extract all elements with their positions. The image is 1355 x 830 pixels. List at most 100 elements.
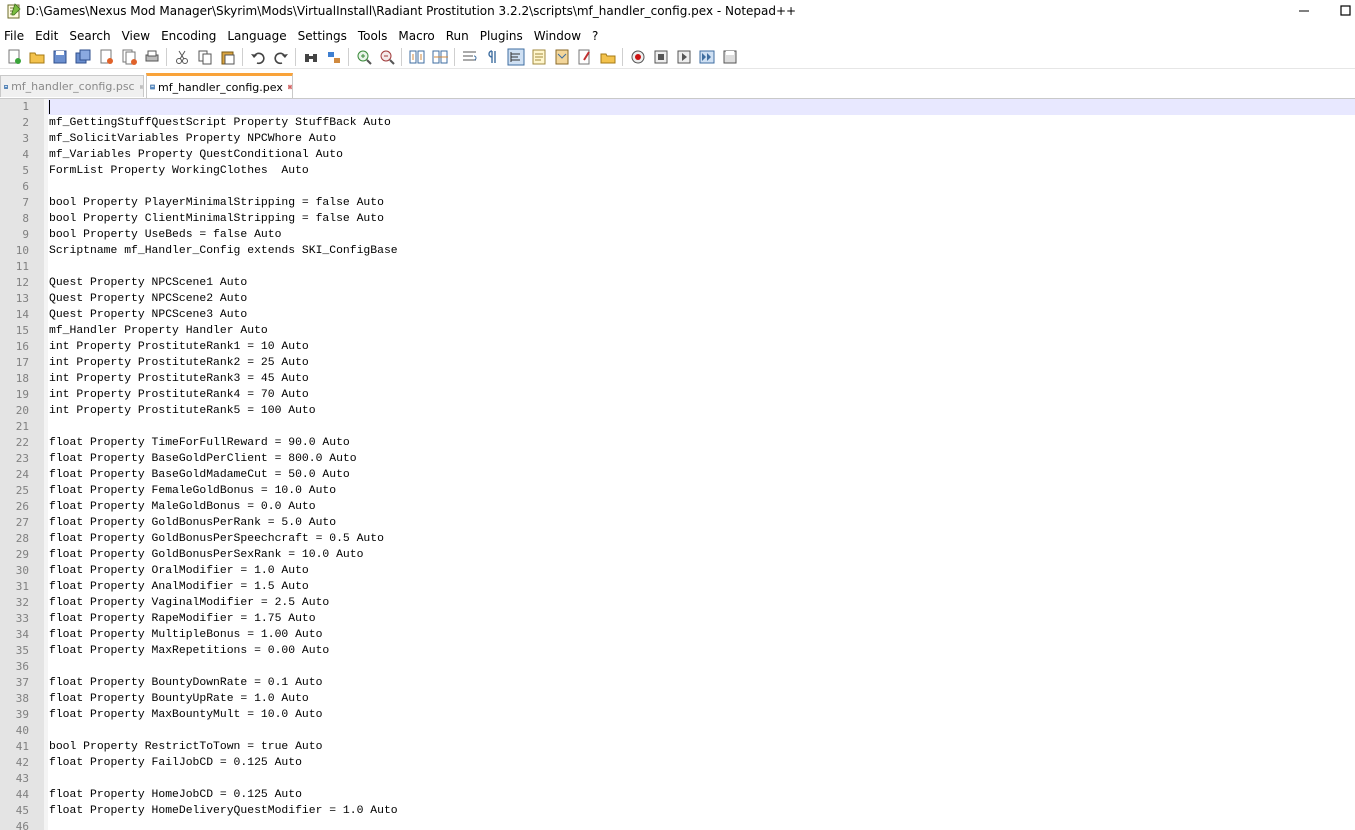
code-line[interactable]: 33 float Property RapeModifier = 1.75 Aut… <box>0 611 1355 627</box>
close-tab-icon[interactable] <box>287 82 292 92</box>
code-line[interactable]: 22 float Property TimeForFullReward = 90.… <box>0 435 1355 451</box>
code-line[interactable]: 16 int Property ProstituteRank1 = 10 Auto <box>0 339 1355 355</box>
undo-button[interactable] <box>246 47 269 67</box>
menu-view[interactable]: View <box>118 26 157 46</box>
copy-button[interactable] <box>193 47 216 67</box>
show-all-chars-button[interactable] <box>481 47 504 67</box>
cut-button[interactable] <box>170 47 193 67</box>
code-line[interactable]: 41 bool Property RestrictToTown = true Au… <box>0 739 1355 755</box>
code-line[interactable]: 8 bool Property ClientMinimalStripping = … <box>0 211 1355 227</box>
code-line[interactable]: 38 float Property BountyUpRate = 1.0 Auto <box>0 691 1355 707</box>
minimize-icon[interactable] <box>1292 2 1316 20</box>
code-line[interactable]: 19 int Property ProstituteRank4 = 70 Auto <box>0 387 1355 403</box>
menu-macro[interactable]: Macro <box>394 26 441 46</box>
code-line[interactable]: 31 float Property AnalModifier = 1.5 Auto <box>0 579 1355 595</box>
monitoring-button[interactable] <box>596 47 619 67</box>
code-line[interactable]: 37 float Property BountyDownRate = 0.1 Au… <box>0 675 1355 691</box>
code-line[interactable]: 29 float Property GoldBonusPerSexRank = 1… <box>0 547 1355 563</box>
code-line[interactable]: 34 float Property MultipleBonus = 1.00 Au… <box>0 627 1355 643</box>
code-line[interactable]: 26 float Property MaleGoldBonus = 0.0 Aut… <box>0 499 1355 515</box>
code-line[interactable]: 21 <box>0 419 1355 435</box>
code-line[interactable]: 40 <box>0 723 1355 739</box>
tab-mf-handler-config-psc[interactable]: mf_handler_config.psc <box>0 75 144 97</box>
menu-plugins[interactable]: Plugins <box>476 26 530 46</box>
save-macro-button[interactable] <box>718 47 741 67</box>
code-line[interactable]: 42 float Property FailJobCD = 0.125 Auto <box>0 755 1355 771</box>
zoom-out-button[interactable] <box>375 47 398 67</box>
code-line[interactable]: 4 mf_Variables Property QuestConditional … <box>0 147 1355 163</box>
record-macro-button[interactable] <box>626 47 649 67</box>
menu-help[interactable]: ? <box>588 26 605 46</box>
menu-language[interactable]: Language <box>223 26 293 46</box>
line-number: 1 <box>22 100 29 113</box>
code-line[interactable]: 27 float Property GoldBonusPerRank = 5.0 … <box>0 515 1355 531</box>
code-line[interactable]: 39 float Property MaxBountyMult = 10.0 Au… <box>0 707 1355 723</box>
code-line[interactable]: 13 Quest Property NPCScene2 Auto <box>0 291 1355 307</box>
code-line[interactable]: 2 mf_GettingStuffQuestScript Property Stu… <box>0 115 1355 131</box>
close-tab-icon[interactable] <box>139 82 143 92</box>
menu-search[interactable]: Search <box>65 26 117 46</box>
code-line[interactable]: 5 FormList Property WorkingClothes Auto <box>0 163 1355 179</box>
menu-tools[interactable]: Tools <box>354 26 395 46</box>
word-wrap-button[interactable] <box>458 47 481 67</box>
sync-vertical-button[interactable] <box>405 47 428 67</box>
code-line[interactable]: 20 int Property ProstituteRank5 = 100 Aut… <box>0 403 1355 419</box>
close-button[interactable] <box>94 47 117 67</box>
code-line[interactable]: 6 <box>0 179 1355 195</box>
line-number: 12 <box>15 276 29 289</box>
code-line[interactable]: 18 int Property ProstituteRank3 = 45 Auto <box>0 371 1355 387</box>
doc-map-button[interactable] <box>550 47 573 67</box>
code-line[interactable]: 1 <box>0 99 1355 115</box>
text-editor[interactable]: 1 2 mf_GettingStuffQuestScript Property St… <box>0 99 1355 830</box>
save-all-button[interactable] <box>71 47 94 67</box>
code-line[interactable]: 10 Scriptname mf_Handler_Config extends S… <box>0 243 1355 259</box>
code-line[interactable]: 24 float Property BaseGoldMadameCut = 50.… <box>0 467 1355 483</box>
tab-label: mf_handler_config.pex <box>158 80 283 94</box>
menu-settings[interactable]: Settings <box>294 26 354 46</box>
find-button[interactable] <box>299 47 322 67</box>
folder-workspace-button[interactable] <box>573 47 596 67</box>
indent-guide-button[interactable] <box>504 47 527 67</box>
paste-button[interactable] <box>216 47 239 67</box>
code-line[interactable]: 17 int Property ProstituteRank2 = 25 Auto <box>0 355 1355 371</box>
code-line[interactable]: 7 bool Property PlayerMinimalStripping = … <box>0 195 1355 211</box>
code-line[interactable]: 35 float Property MaxRepetitions = 0.00 A… <box>0 643 1355 659</box>
redo-button[interactable] <box>269 47 292 67</box>
stop-macro-button[interactable] <box>649 47 672 67</box>
tab-mf-handler-config-pex[interactable]: mf_handler_config.pex <box>146 73 293 98</box>
menu-encoding[interactable]: Encoding <box>157 26 223 46</box>
code-line[interactable]: 36 <box>0 659 1355 675</box>
code-line[interactable]: 45 float Property HomeDeliveryQuestModifi… <box>0 803 1355 819</box>
code-line[interactable]: 30 float Property OralModifier = 1.0 Auto <box>0 563 1355 579</box>
line-text: float Property MaxRepetitions = 0.00 Aut… <box>49 645 330 657</box>
menu-file[interactable]: File <box>0 26 31 46</box>
replace-button[interactable] <box>322 47 345 67</box>
menu-window[interactable]: Window <box>530 26 588 46</box>
function-list-button[interactable] <box>527 47 550 67</box>
save-button[interactable] <box>48 47 71 67</box>
open-file-button[interactable] <box>25 47 48 67</box>
new-file-button[interactable] <box>2 47 25 67</box>
code-line[interactable]: 46 <box>0 819 1355 830</box>
code-line[interactable]: 14 Quest Property NPCScene3 Auto <box>0 307 1355 323</box>
code-line[interactable]: 15 mf_Handler Property Handler Auto <box>0 323 1355 339</box>
code-line[interactable]: 11 <box>0 259 1355 275</box>
code-line[interactable]: 44 float Property HomeJobCD = 0.125 Auto <box>0 787 1355 803</box>
code-line[interactable]: 32 float Property VaginalModifier = 2.5 A… <box>0 595 1355 611</box>
maximize-icon[interactable] <box>1336 2 1355 20</box>
code-line[interactable]: 9 bool Property UseBeds = false Auto <box>0 227 1355 243</box>
close-all-button[interactable] <box>117 47 140 67</box>
menu-edit[interactable]: Edit <box>31 26 65 46</box>
code-line[interactable]: 25 float Property FemaleGoldBonus = 10.0 … <box>0 483 1355 499</box>
code-line[interactable]: 23 float Property BaseGoldPerClient = 800… <box>0 451 1355 467</box>
menu-run[interactable]: Run <box>442 26 476 46</box>
run-macro-multiple-button[interactable] <box>695 47 718 67</box>
play-macro-button[interactable] <box>672 47 695 67</box>
code-line[interactable]: 43 <box>0 771 1355 787</box>
sync-horizontal-button[interactable] <box>428 47 451 67</box>
zoom-in-button[interactable] <box>352 47 375 67</box>
code-line[interactable]: 3 mf_SolicitVariables Property NPCWhore A… <box>0 131 1355 147</box>
code-line[interactable]: 28 float Property GoldBonusPerSpeechcraft… <box>0 531 1355 547</box>
code-line[interactable]: 12 Quest Property NPCScene1 Auto <box>0 275 1355 291</box>
print-button[interactable] <box>140 47 163 67</box>
